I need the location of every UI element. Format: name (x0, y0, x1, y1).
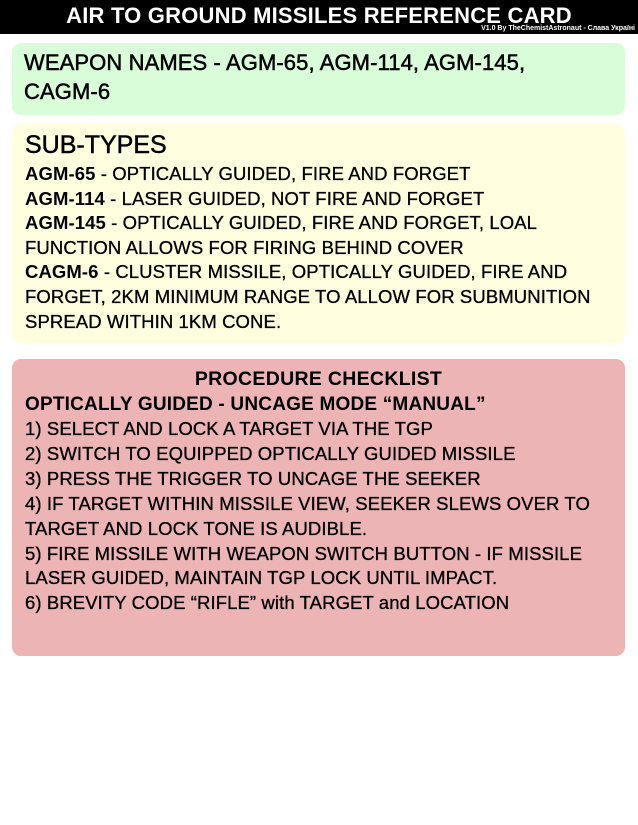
subtype-code: AGM-145 (25, 212, 106, 234)
subtype-entry-agm-65: AGM-65 - OPTICALLY GUIDED, FIRE AND FORG… (25, 162, 612, 187)
subtype-description: - OPTICALLY GUIDED, FIRE AND FORGET (95, 163, 471, 184)
subtype-code: AGM-65 (25, 163, 96, 184)
procedure-step-4: 4) IF TARGET WITHIN MISSILE VIEW, SEEKER… (25, 492, 590, 539)
weapon-names-panel: WEAPON NAMES - AGM-65, AGM-114, AGM-145,… (12, 43, 625, 115)
procedure-step-5: 5) FIRE MISSILE WITH WEAPON SWITCH BUTTO… (25, 542, 583, 589)
subtype-entry-agm-145: AGM-145 - OPTICALLY GUIDED, FIRE AND FOR… (25, 211, 612, 260)
subtype-code: CAGM-6 (25, 261, 99, 283)
version-credit: V1.0 By TheChemistAstronaut - Слава Укра… (481, 25, 635, 32)
procedure-step-6: 6) BREVITY CODE “RIFLE” with TARGET and … (25, 592, 510, 614)
subtype-entry-agm-114: AGM-114 - LASER GUIDED, NOT FIRE AND FOR… (25, 187, 612, 212)
subtype-code: AGM-114 (25, 187, 105, 209)
uncage-mode-line: OPTICALLY GUIDED - UNCAGE MODE “MANUAL” (25, 394, 486, 415)
subtypes-panel: SUB-TYPES AGM-65 - OPTICALLY GUIDED, FIR… (12, 124, 625, 343)
procedure-checklist-panel: PROCEDURE CHECKLIST OPTICALLY GUIDED - U… (12, 359, 625, 656)
subtypes-heading: SUB-TYPES (25, 131, 167, 160)
subtype-entry-cagm-6: CAGM-6 - CLUSTER MISSILE, OPTICALLY GUID… (25, 260, 612, 334)
procedure-step-3: 3) PRESS THE TRIGGER TO UNCAGE THE SEEKE… (25, 467, 481, 489)
subtype-description: - CLUSTER MISSILE, OPTICALLY GUIDED, FIR… (25, 261, 591, 332)
weapon-names-line-2: CAGM-6 (24, 79, 111, 105)
header-bar: AIR TO GROUND MISSILES REFERENCE CARD V1… (0, 0, 638, 34)
subtype-description: - LASER GUIDED, NOT FIRE AND FORGET (104, 187, 485, 209)
procedure-heading: PROCEDURE CHECKLIST (194, 368, 443, 390)
weapon-names-line-1: WEAPON NAMES - AGM-65, AGM-114, AGM-145, (24, 50, 526, 76)
procedure-step-2: 2) SWITCH TO EQUIPPED OPTICALLY GUIDED M… (25, 442, 516, 464)
procedure-step-1: 1) SELECT AND LOCK A TARGET VIA THE TGP (25, 418, 433, 439)
